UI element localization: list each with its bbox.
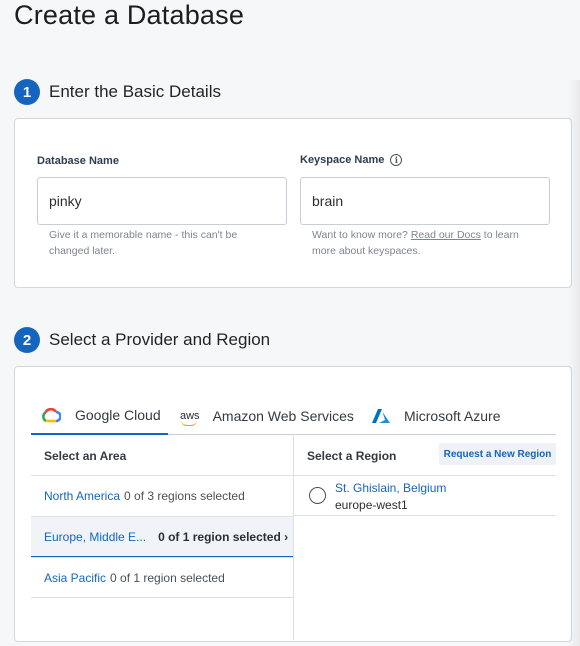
area-column-header: Select an Area [44,449,127,463]
request-new-region-button[interactable]: Request a New Region [439,443,556,465]
google-cloud-icon [41,407,61,423]
provider-region-card: Google Cloud aws Amazon Web Services Mic… [14,366,572,642]
area-row-north-america[interactable]: North America 0 of 3 regions selected [31,475,293,516]
tab-label: Amazon Web Services [212,408,354,424]
scroll-shadow [568,80,580,646]
region-column-header: Select a Region [307,449,397,463]
region-row[interactable]: St. Ghislain, Belgium europe-west1 [294,475,556,516]
keyspace-name-label: Keyspace Name i [300,154,403,166]
database-name-input[interactable]: pinky [37,177,287,225]
area-count: 0 of 1 region selected › [158,529,289,544]
tab-aws[interactable]: aws Amazon Web Services [168,397,358,435]
docs-link[interactable]: Read our Docs [411,229,481,241]
area-count: 0 of 1 region selected [110,570,225,585]
area-count: 0 of 3 regions selected [124,489,245,503]
area-name: North America [44,489,121,503]
step-1-header: 1 Enter the Basic Details [14,79,221,105]
keyspace-help-prefix: Want to know more? [312,229,411,241]
provider-tabs: Google Cloud aws Amazon Web Services Mic… [31,397,556,435]
area-row-europe[interactable]: Europe, Middle E... 0 of 1 region select… [31,516,293,557]
area-row-asia-pacific[interactable]: Asia Pacific 0 of 1 region selected [31,557,293,598]
tab-google-cloud[interactable]: Google Cloud [31,397,168,435]
keyspace-name-help: Want to know more? Read our Docs to lear… [312,227,542,259]
step-2-header: 2 Select a Provider and Region [14,327,270,353]
region-radio[interactable] [309,487,326,504]
step-title: Select a Provider and Region [49,330,271,349]
tab-label: Microsoft Azure [404,408,501,424]
info-icon[interactable]: i [390,154,403,166]
step-title: Enter the Basic Details [49,82,221,101]
step-number-badge: 1 [14,79,40,105]
page-title: Create a Database [14,0,245,30]
area-name: Europe, Middle E... [44,529,147,544]
database-name-label: Database Name [37,155,119,167]
keyspace-name-label-text: Keyspace Name [300,154,385,166]
aws-icon: aws [180,410,200,426]
azure-icon [371,408,391,424]
column-divider [293,434,294,640]
region-name: St. Ghislain, Belgium [335,481,447,495]
tab-microsoft-azure[interactable]: Microsoft Azure [358,397,518,435]
area-name: Asia Pacific [44,570,107,585]
region-id: europe-west1 [335,498,408,512]
step-number-badge: 2 [14,327,40,353]
basic-details-card: Database Name Keyspace Name i pinky brai… [14,118,572,288]
database-name-help: Give it a memorable name - this can't be… [49,229,238,257]
keyspace-name-input[interactable]: brain [300,177,550,225]
tab-label: Google Cloud [75,407,161,423]
